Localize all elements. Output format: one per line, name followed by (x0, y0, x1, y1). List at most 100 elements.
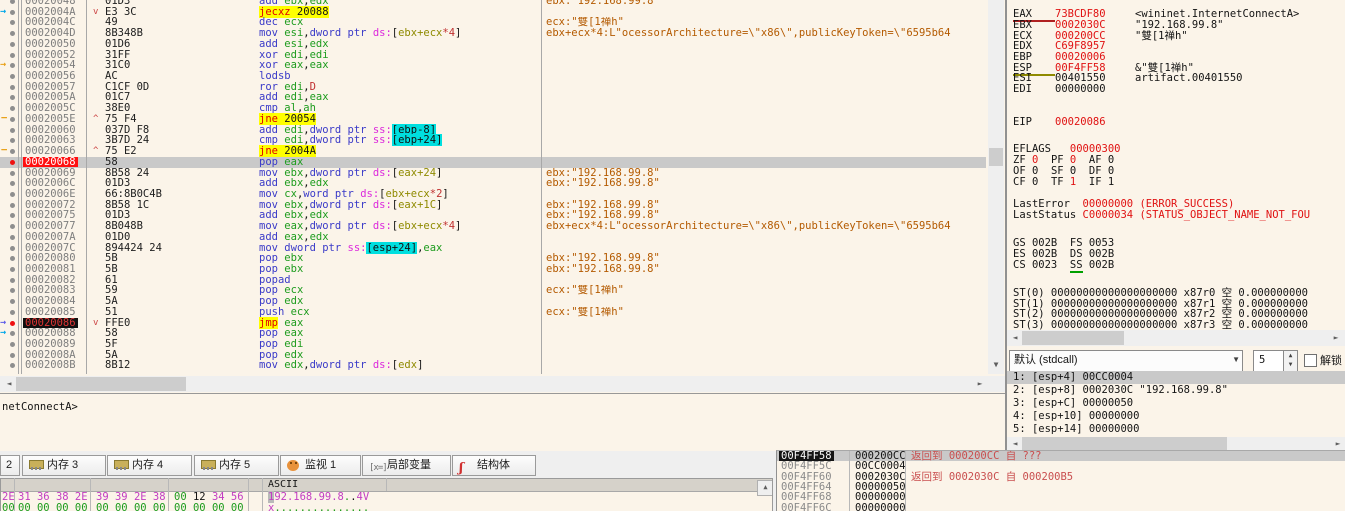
scroll-thumb[interactable] (1022, 331, 1124, 345)
bp-dot-icon[interactable] (10, 116, 15, 122)
bp-dot-icon[interactable] (10, 277, 15, 283)
scroll-thumb[interactable] (1022, 437, 1227, 450)
bp-dot-icon[interactable] (10, 342, 15, 347)
argument-row[interactable]: 2: [esp+8] 0002030C "192.168.99.8" (1007, 384, 1345, 397)
arg-count-spinner[interactable]: ▲ ▼ (1283, 350, 1298, 372)
disasm-row[interactable]: 00020069 8B58 24 mov ebx,dword ptr ds:[eax… (0, 167, 986, 179)
scroll-up-icon[interactable]: ▲ (757, 480, 772, 496)
calling-convention-select[interactable]: 默认 (stdcall) ▼ (1009, 350, 1243, 372)
disasm-row[interactable]: 0002005C 38E0 cmp al,ah (0, 103, 986, 114)
disasm-row[interactable]: 00020080 5B pop ebx ebx:"192.168.99.8" (0, 253, 986, 264)
tab-监视 1[interactable]: 监视 1 (280, 455, 361, 476)
bp-dot-icon[interactable] (10, 299, 15, 305)
bp-dot-icon[interactable] (10, 0, 15, 4)
disasm-row[interactable]: 00020077 8B048B mov eax,dword ptr ds:[ebx+… (0, 221, 986, 232)
disasm-row[interactable]: → 00020086 v FFE0 jmp eax (0, 316, 986, 329)
disasm-row[interactable]: 00020089 5F pop edi (0, 339, 986, 350)
scroll-thumb[interactable] (16, 377, 186, 391)
bp-dot-icon[interactable] (10, 31, 15, 37)
disasm-row[interactable]: → 00020054 31C0 xor eax,eax (0, 60, 986, 71)
scroll-thumb[interactable] (989, 148, 1003, 166)
bp-dot-icon[interactable] (10, 224, 15, 230)
scroll-left-icon[interactable]: ◄ (1008, 331, 1022, 345)
tab-局部变量[interactable]: [x=] 局部变量 (362, 455, 451, 476)
disasm-row[interactable]: 0002008A 5A pop edx (0, 349, 986, 361)
arguments-hscrollbar[interactable]: ◄ ► (1007, 437, 1345, 450)
tab-内存 4[interactable]: 内存 4 (107, 455, 192, 476)
disasm-row[interactable]: 0002008B 8B12 mov edx,dword ptr ds:[edx] (0, 360, 986, 371)
disasm-row[interactable]: 00020050 01D6 add esi,edx (0, 39, 986, 50)
bp-dot-icon[interactable] (10, 213, 15, 219)
argument-row[interactable]: 5: [esp+14] 00000000 (1007, 423, 1345, 436)
bp-dot-icon[interactable] (10, 288, 15, 294)
disasm-row[interactable]: 0002007C 894424 24 mov dword ptr ss:[esp+2… (0, 241, 986, 254)
disasm-row[interactable]: 00020072 8B58 1C mov ebx,dword ptr ds:[eax… (0, 199, 986, 211)
bp-dot-icon[interactable] (10, 245, 15, 251)
disasm-row[interactable]: 00020063 3B7D 24 cmp edi,dword ptr ss:[ebp… (0, 134, 986, 147)
scroll-left-icon[interactable]: ◄ (2, 377, 16, 391)
disasm-row[interactable]: 0002004C 49 dec ecx ecx:"雙[1禅h" (0, 17, 986, 28)
tab-内存 3[interactable]: 内存 3 (22, 455, 106, 476)
bp-dot-icon[interactable] (10, 309, 15, 315)
bp-dot-icon[interactable] (10, 95, 15, 101)
breakpoint-icon[interactable] (10, 159, 15, 165)
register-row[interactable]: EIP 00020086 (1013, 117, 1106, 128)
argument-row[interactable]: 1: [esp+4] 00CC0004 (1007, 371, 1345, 384)
tab-结构体[interactable]: ʃ 结构体 (452, 455, 536, 476)
registers-hscrollbar[interactable]: ◄ ► (1007, 330, 1345, 346)
disasm-row[interactable]: 00020083 59 pop ecx ecx:"雙[1禅h" (0, 285, 986, 296)
registers-panel[interactable]: EAX 73BCDF80 <wininet.InternetConnectA> EBX… (1006, 0, 1345, 450)
scroll-left-icon[interactable]: ◄ (1008, 437, 1022, 450)
bp-dot-icon[interactable] (10, 63, 15, 69)
disasm-row[interactable]: 00020052 31FF xor edi,edi (0, 49, 986, 61)
disasm-row[interactable]: 00020068 58 pop eax (0, 156, 986, 168)
disassembly-panel[interactable]: 00020048 01D3 add ebx,edx ebx:"192.168.99.8… (0, 0, 1006, 451)
disasm-row[interactable]: 00020057 C1CF 0D ror edi,D (0, 81, 986, 93)
scroll-right-icon[interactable]: ► (1329, 331, 1343, 345)
bp-dot-icon[interactable] (10, 84, 15, 90)
breakpoint-icon[interactable] (10, 320, 15, 326)
stack-panel[interactable]: 00F4FF58 000200CC 返回到 000200CC 自 ??? 00F4FF… (776, 450, 1345, 511)
disasm-row[interactable]: 00020075 01D3 add ebx,edx ebx:"192.168.99.8… (0, 210, 986, 221)
disasm-row[interactable]: 00020084 5A pop edx (0, 296, 986, 307)
disasm-row[interactable]: −00020066 ^ 75 E2 jne 2004A (0, 145, 986, 158)
bp-dot-icon[interactable] (10, 52, 15, 58)
bp-dot-icon[interactable] (10, 106, 15, 112)
stack-row[interactable]: 00F4FF6C 00000000 (777, 502, 1345, 511)
bp-dot-icon[interactable] (10, 331, 15, 337)
bp-dot-icon[interactable] (10, 191, 15, 197)
bp-dot-icon[interactable] (10, 41, 15, 47)
dump-row[interactable]: 00 00 00 00 00 00 00 00 00 00 00 00 00 x....… (1, 502, 772, 511)
bp-dot-icon[interactable] (10, 363, 15, 369)
bp-dot-icon[interactable] (10, 202, 15, 208)
bp-dot-icon[interactable] (10, 266, 15, 272)
register-row[interactable]: EDI 00000000 (1013, 84, 1106, 95)
bp-dot-icon[interactable] (10, 256, 15, 262)
scroll-right-icon[interactable]: ► (1331, 437, 1345, 450)
disasm-row[interactable]: 0002005A 01C7 add edi,eax (0, 92, 986, 103)
disasm-row[interactable]: 00020085 51 push ecx ecx:"雙[1禅h" (0, 306, 986, 318)
argument-row[interactable]: 4: [esp+10] 00000000 (1007, 410, 1345, 423)
disasm-row[interactable]: 00020048 01D3 add ebx,edx ebx:"192.168.99.8… (0, 0, 986, 7)
disasm-row[interactable]: 00020081 5B pop ebx ebx:"192.168.99.8" (0, 264, 986, 275)
disasm-row[interactable]: 0002007A 01D0 add eax,edx (0, 231, 986, 243)
bp-dot-icon[interactable] (10, 9, 15, 15)
disasm-hscrollbar[interactable]: ◄ ► (0, 376, 1005, 392)
bp-dot-icon[interactable] (10, 170, 15, 176)
argument-row[interactable]: 3: [esp+C] 00000050 (1007, 397, 1345, 410)
scroll-down-icon[interactable]: ▼ (988, 358, 1004, 374)
bp-dot-icon[interactable] (10, 149, 15, 155)
bp-dot-icon[interactable] (10, 234, 15, 240)
disasm-row[interactable]: → 00020088 58 pop eax (0, 328, 986, 339)
flags-row[interactable]: CF 0 TF 1 IF 1 (1013, 177, 1114, 188)
disasm-row[interactable]: 0002004D 8B348B mov esi,dword ptr ds:[ebx+… (0, 28, 986, 39)
bp-dot-icon[interactable] (10, 181, 15, 187)
bp-dot-icon[interactable] (10, 127, 15, 133)
bp-dot-icon[interactable] (10, 74, 15, 80)
stack-row[interactable]: 00F4FF68 00000000 (777, 492, 1345, 503)
tab-2[interactable]: 2 (0, 455, 20, 476)
disasm-vscrollbar[interactable]: ▼ (988, 0, 1004, 374)
bp-dot-icon[interactable] (10, 352, 15, 358)
disasm-row[interactable]: 00020082 61 popad (0, 274, 986, 286)
bp-dot-icon[interactable] (10, 138, 15, 144)
